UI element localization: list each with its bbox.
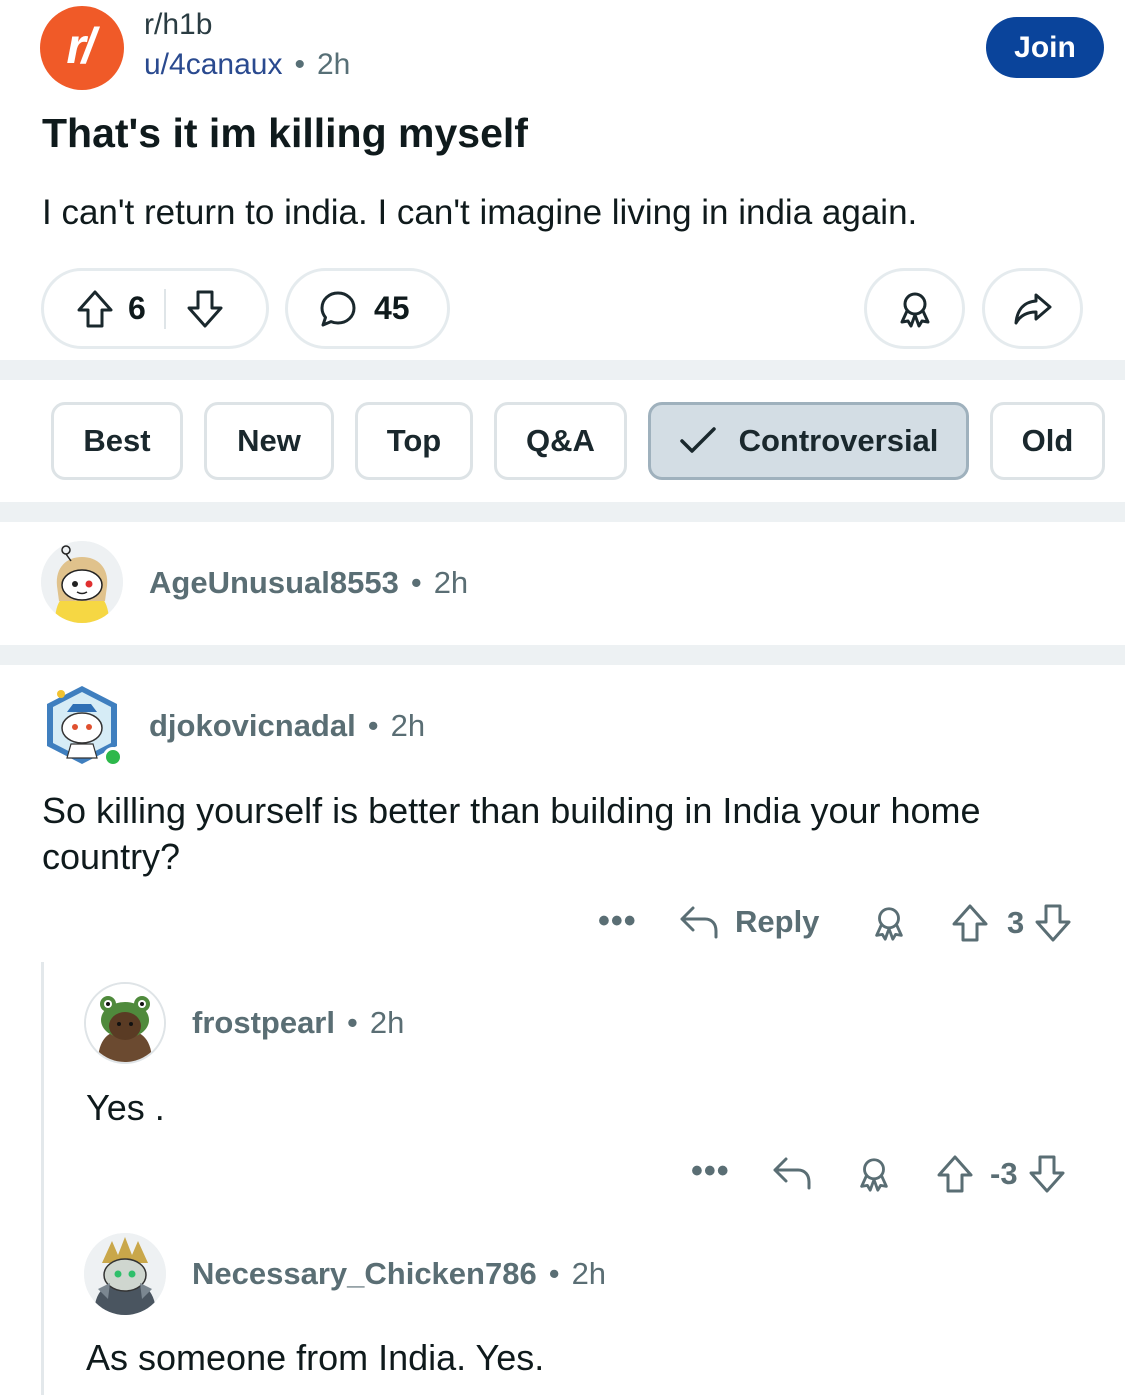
award-icon[interactable] — [870, 897, 908, 949]
comment-actions: ••• — [691, 1145, 730, 1197]
section-divider — [0, 502, 1125, 522]
comment-age: 2h — [433, 565, 469, 600]
online-status-dot — [103, 747, 123, 767]
more-icon[interactable]: ••• — [598, 902, 637, 941]
comment-icon — [318, 289, 358, 329]
avatar[interactable] — [84, 1233, 166, 1315]
more-icon[interactable]: ••• — [691, 1152, 730, 1191]
award-icon — [895, 289, 935, 329]
comment-age: 2h — [369, 1005, 405, 1040]
section-divider — [0, 645, 1125, 665]
subreddit-avatar[interactable]: r/ — [40, 6, 124, 90]
downvote-icon[interactable] — [186, 289, 224, 329]
comment-score: 3 — [1007, 905, 1025, 940]
join-button[interactable]: Join — [986, 17, 1104, 78]
separator-dot: • — [410, 565, 422, 600]
sort-chip-new[interactable]: New — [204, 402, 334, 480]
upvote-icon[interactable] — [951, 903, 989, 943]
share-button[interactable] — [982, 268, 1083, 349]
separator-dot: • — [294, 48, 305, 81]
comment-vote-bar: -3 — [936, 1148, 1066, 1200]
sort-chip-top[interactable]: Top — [355, 402, 473, 480]
separator-dot: • — [367, 708, 379, 743]
post-body: I can't return to india. I can't imagine… — [42, 193, 918, 232]
sort-chip-label: Controversial — [738, 423, 939, 458]
award-button[interactable] — [864, 268, 965, 349]
comment-body: So killing yourself is better than build… — [42, 790, 981, 877]
comment-meta: frostpearl • 2h — [192, 1005, 404, 1041]
comment-body: As someone from India. Yes. — [86, 1337, 545, 1378]
comments-button[interactable]: 45 — [285, 268, 450, 349]
reply-icon — [679, 904, 719, 940]
comment-score: -3 — [990, 1156, 1018, 1191]
vote-divider — [163, 288, 166, 329]
comment-username[interactable]: AgeUnusual8553 — [149, 565, 399, 600]
thread-line[interactable] — [41, 962, 44, 1395]
reply-icon — [772, 1155, 812, 1191]
post-author[interactable]: u/4canaux — [144, 48, 282, 81]
subreddit-name[interactable]: r/h1b — [144, 8, 212, 42]
avatar[interactable] — [84, 982, 166, 1064]
comment-meta: djokovicnadal • 2h — [149, 708, 425, 744]
avatar[interactable] — [41, 541, 123, 623]
share-icon — [1012, 289, 1054, 329]
post-meta: u/4canaux • 2h — [144, 48, 350, 82]
subreddit-avatar-text: r/ — [66, 18, 95, 74]
checkmark-icon — [679, 426, 717, 456]
comment-meta: AgeUnusual8553 • 2h — [149, 565, 468, 601]
award-icon[interactable] — [855, 1148, 893, 1200]
comment-count: 45 — [374, 290, 410, 326]
comment-username[interactable]: djokovicnadal — [149, 708, 356, 743]
comment-actions: ••• — [598, 895, 637, 947]
sort-chip-old[interactable]: Old — [990, 402, 1105, 480]
post-title[interactable]: That's it im killing myself — [42, 110, 528, 157]
section-divider — [0, 360, 1125, 380]
sort-chip-qa[interactable]: Q&A — [494, 402, 627, 480]
comment-vote-bar: 3 — [951, 897, 1072, 949]
downvote-icon[interactable] — [1034, 903, 1072, 943]
comment-meta: Necessary_Chicken786 • 2h — [192, 1256, 606, 1292]
reply-label: Reply — [735, 904, 820, 939]
comment-age: 2h — [390, 708, 426, 743]
sort-chip-best[interactable]: Best — [51, 402, 183, 480]
comment-username[interactable]: Necessary_Chicken786 — [192, 1256, 537, 1291]
downvote-icon[interactable] — [1028, 1154, 1066, 1194]
comment-body: Yes . — [86, 1087, 165, 1128]
comment-age: 2h — [571, 1256, 607, 1291]
comment-username[interactable]: frostpearl — [192, 1005, 335, 1040]
separator-dot: • — [548, 1256, 560, 1291]
separator-dot: • — [346, 1005, 358, 1040]
post-vote-bar: 6 — [41, 268, 269, 349]
post-score: 6 — [128, 290, 146, 326]
upvote-icon[interactable] — [936, 1154, 974, 1194]
reply-button[interactable]: Reply — [679, 896, 819, 948]
upvote-icon[interactable] — [76, 289, 114, 329]
reply-button[interactable] — [772, 1147, 812, 1199]
sort-chip-controversial[interactable]: Controversial — [648, 402, 969, 480]
post-age: 2h — [316, 48, 351, 81]
